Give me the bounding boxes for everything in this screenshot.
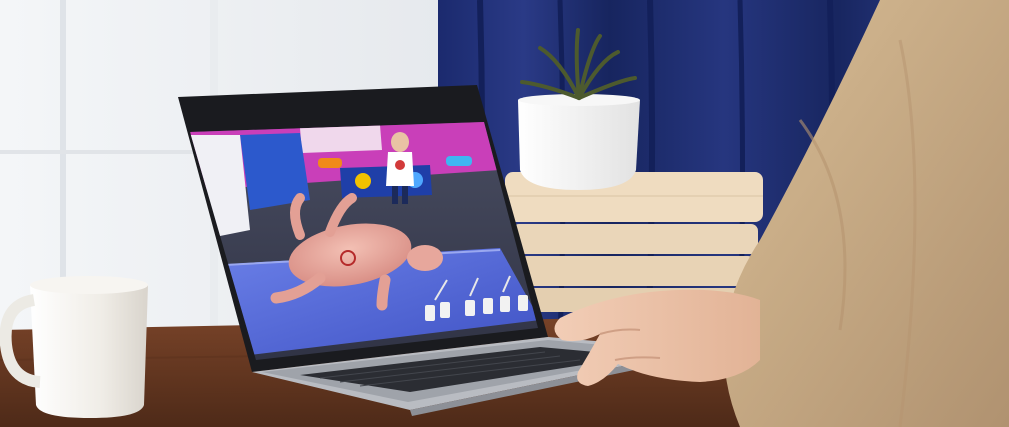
plant-pot	[518, 94, 640, 190]
stacked-books	[505, 172, 763, 312]
photo-scene	[0, 0, 1009, 427]
